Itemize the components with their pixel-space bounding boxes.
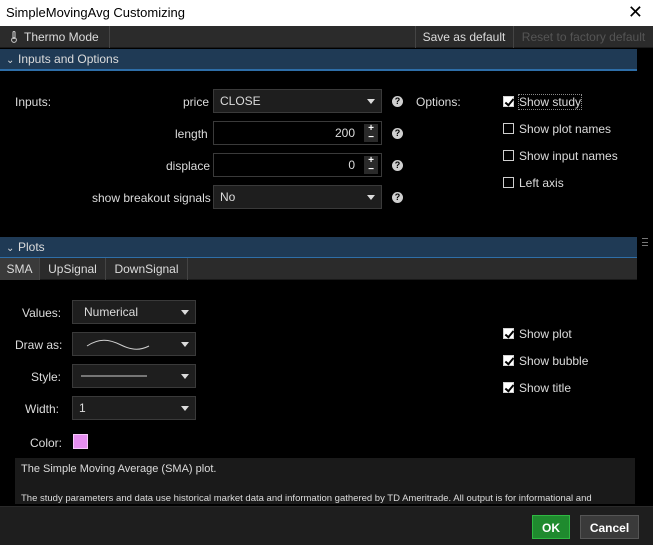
price-value: CLOSE <box>220 94 261 108</box>
values-label: Values: <box>22 306 62 320</box>
length-label: length <box>175 127 208 141</box>
show-study-checkbox[interactable] <box>503 96 514 107</box>
chevron-down-icon <box>181 406 189 411</box>
show-bubble-checkbox[interactable] <box>503 355 514 366</box>
thermo-mode-button[interactable]: Thermo Mode <box>0 26 110 48</box>
displace-stepper[interactable]: + − <box>364 156 378 175</box>
show-plot-names-label[interactable]: Show plot names <box>519 122 611 136</box>
tab-upsignal[interactable]: UpSignal <box>40 258 106 280</box>
thermometer-icon <box>11 31 17 43</box>
price-select[interactable]: CLOSE <box>213 89 382 113</box>
dialog-footer: OK Cancel <box>0 506 653 545</box>
description-title: The Simple Moving Average (SMA) plot. <box>21 463 217 475</box>
decrement-icon[interactable]: − <box>364 165 378 175</box>
window-title: SimpleMovingAvg Customizing <box>6 5 185 20</box>
show-bubble-label[interactable]: Show bubble <box>519 354 588 368</box>
displace-input[interactable]: 0 + − <box>213 153 382 177</box>
chevron-down-icon: ⌄ <box>6 55 15 66</box>
title-bar: SimpleMovingAvg Customizing ✕ <box>0 0 653 26</box>
section-divider <box>0 69 637 71</box>
price-label: price <box>183 95 210 109</box>
inputs-options-title: Inputs and Options <box>18 52 119 66</box>
show-title-label[interactable]: Show title <box>519 381 571 395</box>
draw-as-label: Draw as: <box>15 338 63 352</box>
ok-button[interactable]: OK <box>532 515 570 539</box>
grip-icon[interactable] <box>642 238 648 246</box>
decrement-icon[interactable]: − <box>364 133 378 143</box>
tab-sma[interactable]: SMA <box>0 258 40 280</box>
width-label: Width: <box>25 402 60 416</box>
description-body: The study parameters and data use histor… <box>21 493 592 504</box>
cancel-button[interactable]: Cancel <box>580 515 639 539</box>
inputs-options-header[interactable]: ⌄ Inputs and Options <box>0 49 637 69</box>
description-panel: The Simple Moving Average (SMA) plot. Th… <box>15 458 635 504</box>
chevron-down-icon <box>367 99 375 104</box>
length-stepper[interactable]: + − <box>364 124 378 143</box>
chevron-down-icon <box>181 342 189 347</box>
help-icon[interactable]: ? <box>392 160 403 171</box>
chevron-down-icon <box>181 310 189 315</box>
width-select[interactable]: 1 <box>72 396 196 420</box>
solid-line-icon <box>81 375 147 377</box>
show-plot-names-checkbox[interactable] <box>503 123 514 134</box>
length-value: 200 <box>334 126 355 140</box>
help-icon[interactable]: ? <box>392 96 403 107</box>
width-value: 1 <box>79 401 86 415</box>
show-title-checkbox[interactable] <box>503 382 514 393</box>
plots-header[interactable]: ⌄ Plots <box>0 237 637 257</box>
plots-title: Plots <box>18 240 45 254</box>
scrollbar[interactable] <box>637 48 653 428</box>
chevron-down-icon: ⌄ <box>6 243 15 254</box>
toolbar: Thermo Mode Save as default Reset to fac… <box>0 26 653 48</box>
line-curve-icon <box>86 339 150 350</box>
style-select[interactable] <box>72 364 196 388</box>
thermo-mode-label: Thermo Mode <box>24 30 99 44</box>
chevron-down-icon <box>181 374 189 379</box>
draw-as-select[interactable] <box>72 332 196 356</box>
color-swatch[interactable] <box>73 434 88 449</box>
values-select[interactable]: Numerical <box>72 300 196 324</box>
tab-downsignal[interactable]: DownSignal <box>106 258 188 280</box>
breakout-label: show breakout signals <box>92 191 211 205</box>
show-input-names-checkbox[interactable] <box>503 150 514 161</box>
values-value: Numerical <box>84 305 139 319</box>
length-input[interactable]: 200 + − <box>213 121 382 145</box>
breakout-value: No <box>220 190 236 204</box>
reset-to-factory-default-button[interactable]: Reset to factory default <box>513 26 653 48</box>
plot-tabs: SMA UpSignal DownSignal <box>0 258 637 280</box>
displace-value: 0 <box>348 158 355 172</box>
displace-label: displace <box>166 159 211 173</box>
help-icon[interactable]: ? <box>392 128 403 139</box>
options-label: Options: <box>416 95 461 109</box>
left-axis-checkbox[interactable] <box>503 177 514 188</box>
chevron-down-icon <box>367 195 375 200</box>
breakout-select[interactable]: No <box>213 185 382 209</box>
show-plot-label[interactable]: Show plot <box>519 327 572 341</box>
style-label: Style: <box>31 370 62 384</box>
save-as-default-button[interactable]: Save as default <box>415 26 512 48</box>
color-label: Color: <box>30 436 63 450</box>
close-icon[interactable]: ✕ <box>628 2 643 22</box>
show-input-names-label[interactable]: Show input names <box>519 149 618 163</box>
help-icon[interactable]: ? <box>392 192 403 203</box>
inputs-label: Inputs: <box>15 95 52 109</box>
show-plot-checkbox[interactable] <box>503 328 514 339</box>
show-study-label[interactable]: Show study <box>517 94 583 110</box>
left-axis-label[interactable]: Left axis <box>519 176 564 190</box>
